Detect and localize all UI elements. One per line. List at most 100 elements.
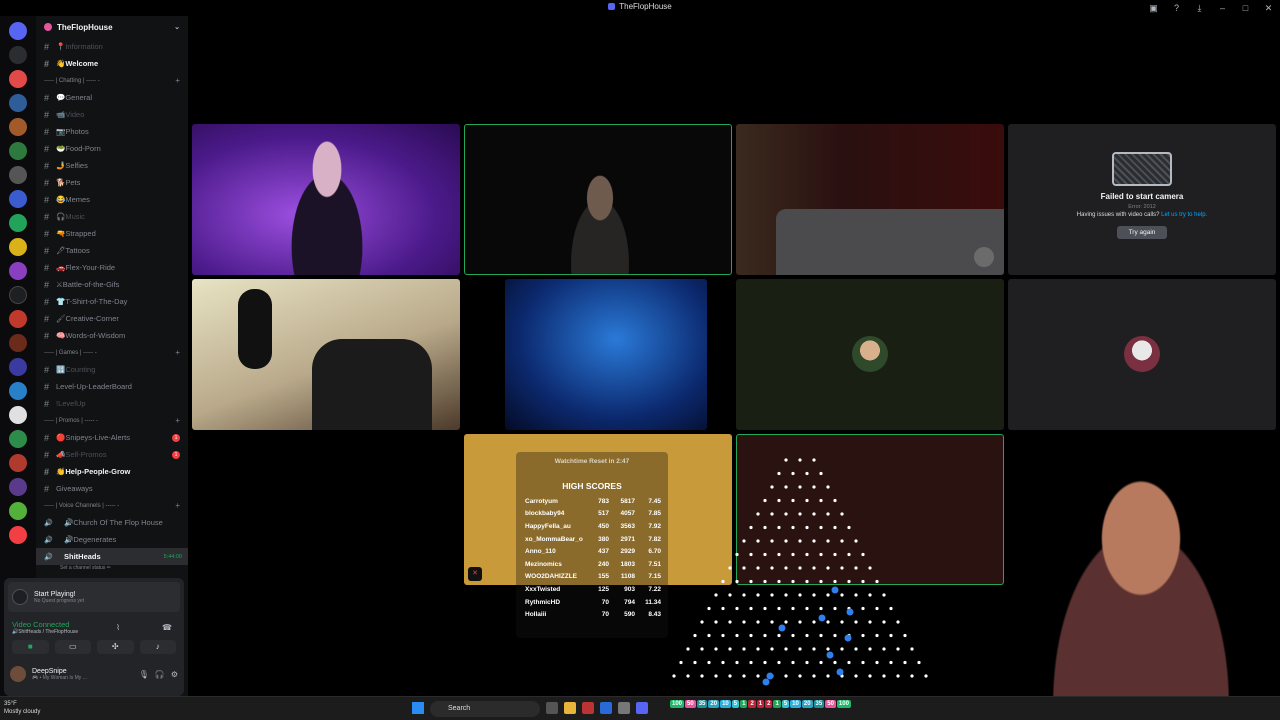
- soundboard-button[interactable]: ♪: [139, 640, 176, 654]
- server-icon[interactable]: [9, 454, 27, 472]
- app-icon[interactable]: [600, 702, 612, 714]
- settings-gear-icon[interactable]: ⚙: [171, 670, 178, 679]
- camera-button[interactable]: ■: [12, 640, 49, 654]
- server-icon[interactable]: [9, 118, 27, 136]
- file-explorer-icon[interactable]: [564, 702, 576, 714]
- category-header[interactable]: ----- | Voice Channels | ----- - +: [36, 497, 188, 514]
- plus-icon[interactable]: +: [175, 348, 180, 357]
- voice-status-title[interactable]: Video Connected: [12, 620, 78, 629]
- server-icon[interactable]: [9, 46, 27, 64]
- plus-icon[interactable]: +: [175, 501, 180, 510]
- disconnect-icon[interactable]: ☎: [162, 623, 172, 632]
- text-channel[interactable]: # 🔴Snipeys-Live-Alerts 1: [36, 429, 188, 446]
- multiplier-slot: 10: [720, 700, 731, 708]
- task-view-icon[interactable]: [546, 702, 558, 714]
- maximize-button[interactable]: □: [1234, 0, 1257, 16]
- discord-taskbar-icon[interactable]: [636, 702, 648, 714]
- server-icon[interactable]: [9, 94, 27, 112]
- text-channel[interactable]: # 📷Photos: [36, 123, 188, 140]
- taskbar-search[interactable]: Search: [430, 701, 540, 717]
- app-icon[interactable]: [582, 702, 594, 714]
- text-channel[interactable]: # 📣Self-Promos 1: [36, 446, 188, 463]
- home-icon[interactable]: [9, 22, 27, 40]
- avatar-tile[interactable]: [1008, 279, 1276, 430]
- weather-widget[interactable]: 35°F Mostly cloudy: [4, 700, 40, 716]
- server-icon[interactable]: [9, 70, 27, 88]
- text-channel[interactable]: # 🎧Music: [36, 208, 188, 225]
- server-icon[interactable]: [9, 286, 27, 304]
- chevron-down-icon[interactable]: ⌄: [174, 23, 180, 31]
- noise-suppression-icon[interactable]: ⌇: [116, 623, 120, 632]
- plus-icon[interactable]: +: [175, 416, 180, 425]
- server-icon[interactable]: [9, 406, 27, 424]
- text-channel[interactable]: # 🖋Tattoos: [36, 242, 188, 259]
- voice-channel[interactable]: 🔊 ShitHeads 5:44:00: [36, 548, 188, 565]
- server-icon[interactable]: [9, 502, 27, 520]
- close-button[interactable]: ✕: [1257, 0, 1280, 16]
- plus-icon[interactable]: +: [175, 76, 180, 85]
- category-header[interactable]: ----- | Games | ----- - +: [36, 344, 188, 361]
- server-header[interactable]: TheFlopHouse ⌄: [36, 16, 188, 38]
- text-channel[interactable]: # Level-Up-LeaderBoard: [36, 378, 188, 395]
- text-channel[interactable]: # 🚗Flex-Your-Ride: [36, 259, 188, 276]
- text-channel[interactable]: # 🥗Food-Porn: [36, 140, 188, 157]
- windows-start-icon[interactable]: [412, 702, 424, 714]
- server-icon[interactable]: [9, 238, 27, 256]
- video-tile[interactable]: [505, 279, 707, 430]
- text-channel[interactable]: # 💬General: [36, 89, 188, 106]
- server-icon[interactable]: [9, 382, 27, 400]
- help-icon[interactable]: ?: [1165, 0, 1188, 16]
- text-channel[interactable]: # 👕T-Shirt-of-The-Day: [36, 293, 188, 310]
- try-again-button[interactable]: Try again: [1116, 226, 1168, 239]
- text-channel[interactable]: # 👋Welcome: [36, 55, 188, 72]
- text-channel[interactable]: # 🤳Selfies: [36, 157, 188, 174]
- text-channel[interactable]: # 📹Video: [36, 106, 188, 123]
- help-link[interactable]: Let us try to help.: [1161, 212, 1207, 218]
- text-channel[interactable]: # !LevelUp: [36, 395, 188, 412]
- new-server-icon[interactable]: [9, 526, 27, 544]
- microphone-icon[interactable]: 🎙: [139, 670, 149, 679]
- avatar[interactable]: [10, 666, 26, 682]
- server-icon[interactable]: [9, 262, 27, 280]
- server-icon[interactable]: [9, 478, 27, 496]
- video-tile-speaking[interactable]: [464, 124, 732, 275]
- voice-channel[interactable]: 🔊 🔊Degenerates: [36, 531, 188, 548]
- download-icon[interactable]: ⤓: [1188, 0, 1211, 16]
- headphones-icon[interactable]: 🎧: [155, 670, 165, 679]
- video-tile[interactable]: [736, 124, 1004, 275]
- video-tile[interactable]: [192, 124, 460, 275]
- server-icon[interactable]: [9, 430, 27, 448]
- hash-icon: #: [44, 41, 50, 52]
- server-icon[interactable]: [9, 310, 27, 328]
- screen-share-button[interactable]: ▭: [54, 640, 91, 654]
- inbox-icon[interactable]: ▣: [1142, 0, 1165, 16]
- text-channel[interactable]: # 🐕Pets: [36, 174, 188, 191]
- channel-status[interactable]: Set a channel status ✏: [36, 565, 188, 573]
- category-header[interactable]: ----- | Promos | ----- - +: [36, 412, 188, 429]
- text-channel[interactable]: # 🧠Words-of-Wisdom: [36, 327, 188, 344]
- quest-card[interactable]: Start Playing! No Quest progress yet: [8, 582, 180, 612]
- server-icon[interactable]: [9, 334, 27, 352]
- minimize-button[interactable]: –: [1211, 0, 1234, 16]
- text-channel[interactable]: # ⚔Battle-of-the-Gifs: [36, 276, 188, 293]
- activities-button[interactable]: ✣: [97, 640, 134, 654]
- server-icon[interactable]: [9, 190, 27, 208]
- channel-label: 👋Welcome: [56, 59, 99, 68]
- server-icon[interactable]: [9, 214, 27, 232]
- server-icon[interactable]: [9, 166, 27, 184]
- text-channel[interactable]: # 🖌Creative-Corner: [36, 310, 188, 327]
- text-channel[interactable]: # 🔢Counting: [36, 361, 188, 378]
- text-channel[interactable]: # 👏Help-People-Grow: [36, 463, 188, 480]
- text-channel[interactable]: # 📍Information: [36, 38, 188, 55]
- text-channel[interactable]: # 🔫Strapped: [36, 225, 188, 242]
- plinko-peg: [672, 674, 676, 678]
- video-tile[interactable]: [192, 279, 460, 430]
- text-channel[interactable]: # Giveaways: [36, 480, 188, 497]
- avatar-tile[interactable]: [736, 279, 1004, 430]
- server-icon[interactable]: [9, 358, 27, 376]
- server-icon[interactable]: [9, 142, 27, 160]
- text-channel[interactable]: # 😂Memes: [36, 191, 188, 208]
- category-header[interactable]: ----- | Chatting | ----- - +: [36, 72, 188, 89]
- settings-icon[interactable]: [618, 702, 630, 714]
- voice-channel[interactable]: 🔊 🔊Church Of The Flop House: [36, 514, 188, 531]
